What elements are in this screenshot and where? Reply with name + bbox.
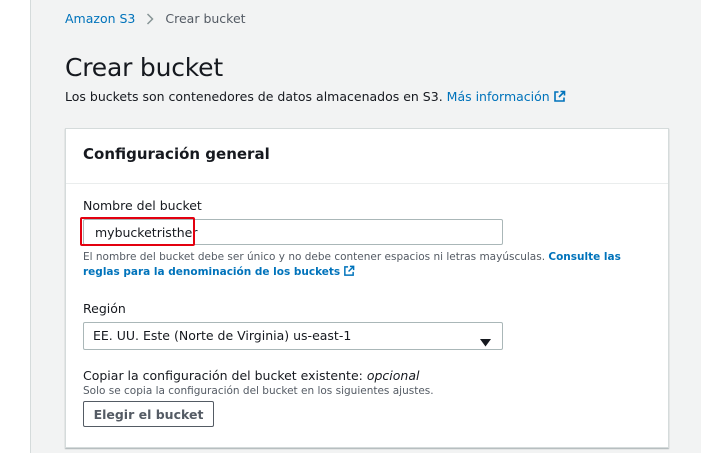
breadcrumb-current: Crear bucket — [165, 11, 246, 26]
page-description-text: Los buckets son contenedores de datos al… — [65, 89, 443, 104]
general-configuration-panel: Configuración general Nombre del bucket … — [65, 128, 669, 448]
breadcrumb-link-amazon-s3[interactable]: Amazon S3 — [65, 11, 135, 26]
copy-settings-hint: Solo se copia la configuración del bucke… — [83, 385, 434, 397]
bucket-name-help-text: El nombre del bucket debe ser único y no… — [83, 251, 546, 263]
breadcrumb: Amazon S3 Crear bucket — [65, 11, 246, 26]
more-info-link[interactable]: Más información — [447, 89, 566, 104]
caret-down-icon — [480, 332, 491, 351]
external-link-icon — [343, 265, 355, 282]
main-content: Amazon S3 Crear bucket Crear bucket Los … — [31, 0, 701, 453]
bucket-name-input[interactable]: mybucketristher — [83, 219, 503, 245]
region-select-value: EE. UU. Este (Norte de Virginia) us-east… — [93, 328, 352, 343]
optional-tag: opcional — [366, 368, 420, 383]
choose-bucket-button[interactable]: Elegir el bucket — [83, 401, 214, 427]
panel-title: Configuración general — [83, 145, 270, 163]
external-link-icon — [553, 90, 566, 106]
left-navigation-rail — [0, 0, 31, 453]
more-info-link-label: Más información — [446, 89, 550, 104]
panel-header: Configuración general — [66, 129, 668, 184]
bucket-name-help: El nombre del bucket debe ser único y no… — [83, 250, 653, 282]
bucket-name-value: mybucketristher — [95, 225, 198, 240]
region-select[interactable]: EE. UU. Este (Norte de Virginia) us-east… — [83, 322, 503, 350]
page-title: Crear bucket — [65, 53, 223, 82]
bucket-name-label: Nombre del bucket — [83, 198, 202, 213]
page-description: Los buckets son contenedores de datos al… — [65, 89, 566, 106]
copy-settings-label: Copiar la configuración del bucket exist… — [83, 368, 419, 383]
region-label: Región — [83, 301, 126, 316]
chevron-right-icon — [146, 12, 154, 25]
copy-settings-label-text: Copiar la configuración del bucket exist… — [83, 368, 363, 383]
